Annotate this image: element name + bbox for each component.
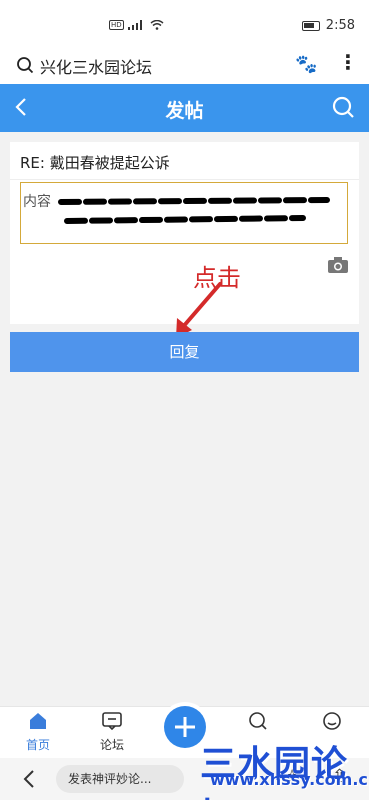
page-title: 发帖 xyxy=(165,100,204,122)
comment-input[interactable]: 发表神评妙论... xyxy=(56,765,184,793)
redaction-scribble xyxy=(58,197,330,224)
watermark-url: www.xhssy.com.cn xyxy=(210,770,369,789)
status-right: 2:58 xyxy=(301,18,355,33)
tab-home-label: 首页 xyxy=(25,738,50,752)
tab-profile[interactable] xyxy=(302,711,362,736)
tab-forum-label: 论坛 xyxy=(99,738,124,752)
status-bar: HD 2:58 xyxy=(0,0,369,48)
tab-home[interactable]: 首页 xyxy=(8,711,68,753)
title-field[interactable]: RE: 戴田春被提起公诉 xyxy=(10,142,359,180)
message-icon xyxy=(102,712,122,731)
search-icon[interactable] xyxy=(16,56,34,74)
tab-discover[interactable] xyxy=(228,711,288,736)
content-textarea[interactable]: 内容 xyxy=(20,182,348,244)
signal-icon xyxy=(127,20,142,30)
title-value: RE: 戴田春被提起公诉 xyxy=(20,154,170,172)
back-arrow-icon[interactable] xyxy=(22,768,36,790)
baidu-paw-icon[interactable]: 🐾 xyxy=(295,54,317,75)
browser-title[interactable]: 兴化三水园论坛 xyxy=(40,54,152,78)
more-menu-icon[interactable]: ⋮ xyxy=(338,52,358,72)
hd-badge: HD xyxy=(109,20,124,30)
clock: 2:58 xyxy=(325,18,355,33)
nav-bar: 发帖 xyxy=(0,84,369,132)
status-signal-group: HD xyxy=(109,20,164,30)
wifi-icon xyxy=(150,20,164,30)
nav-search-icon[interactable] xyxy=(331,95,355,119)
watermark-logo: 三水园论坛 xyxy=(200,744,349,800)
battery-icon xyxy=(301,20,320,31)
discover-icon xyxy=(249,712,267,730)
reply-button[interactable]: 回复 xyxy=(10,332,359,372)
tab-forum[interactable]: 论坛 xyxy=(82,711,142,753)
browser-bar: 兴化三水园论坛 🐾 ⋮ xyxy=(0,48,369,84)
profile-icon xyxy=(323,712,341,730)
camera-icon[interactable] xyxy=(327,256,349,274)
home-icon xyxy=(30,713,46,729)
